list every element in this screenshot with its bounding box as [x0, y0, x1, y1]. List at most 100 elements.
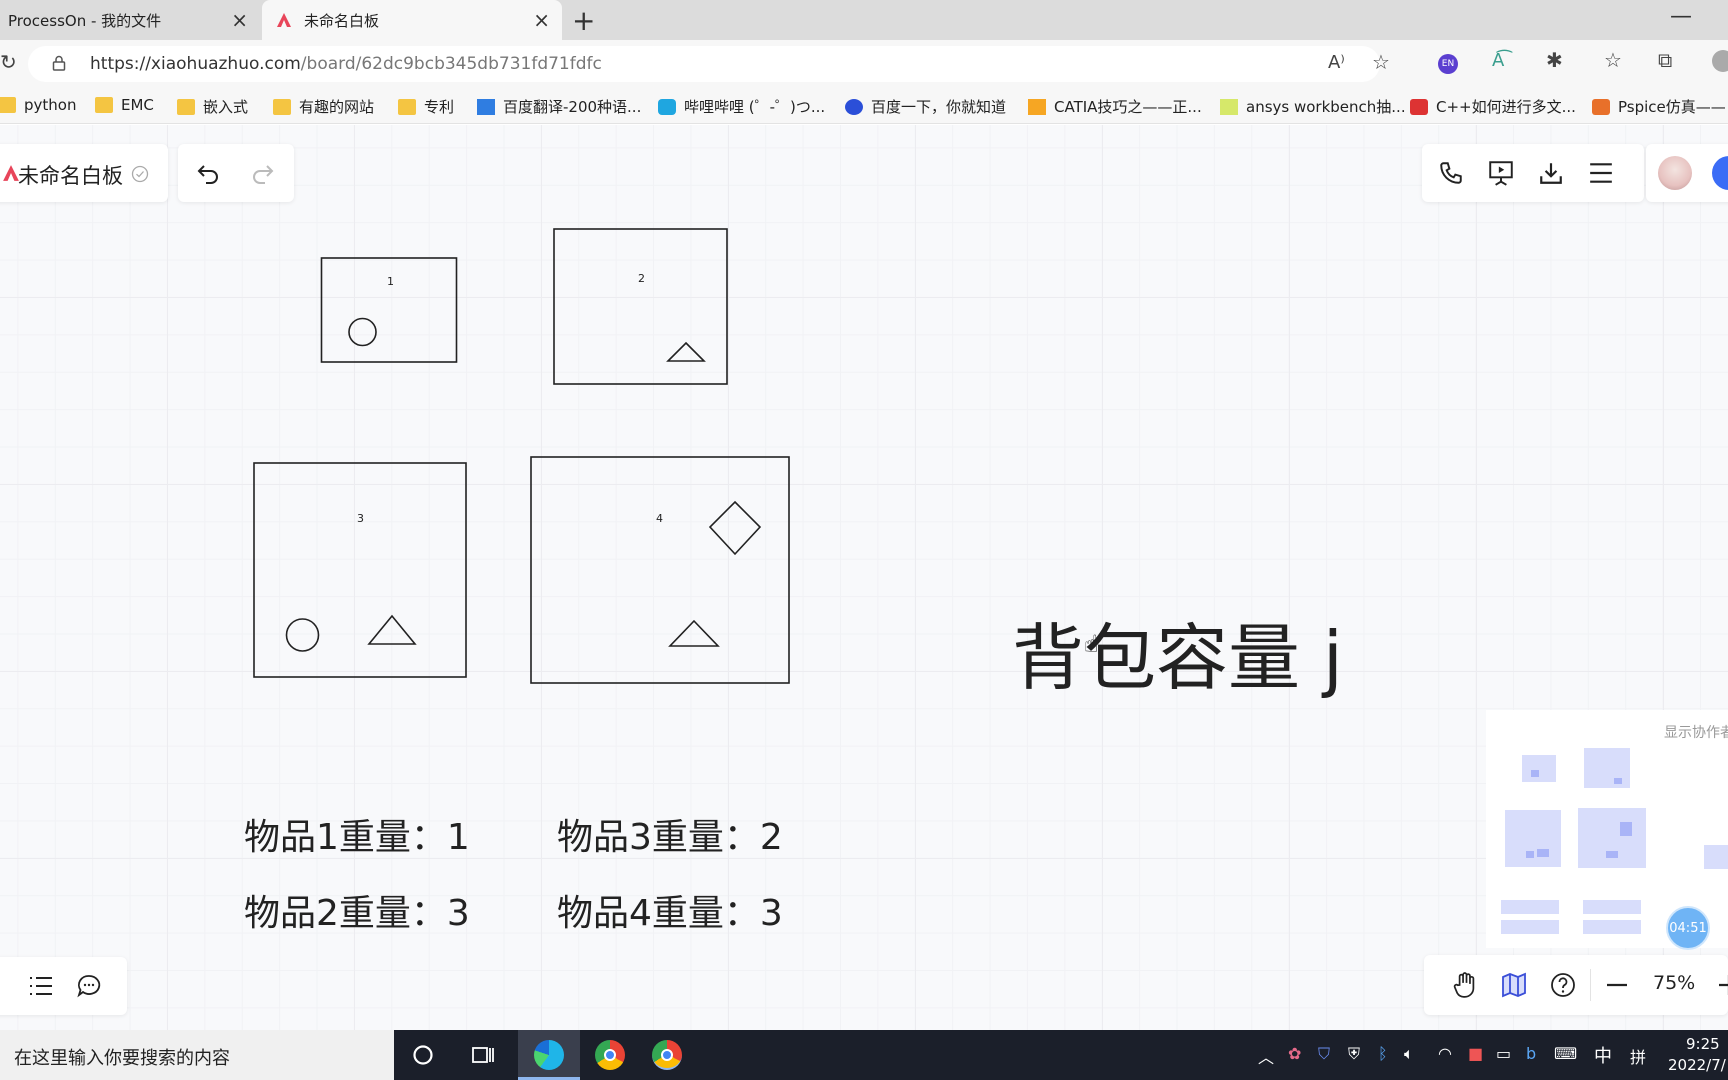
bookmark-embedded[interactable]: 嵌入式 [177, 96, 248, 117]
chrome-icon[interactable] [595, 1040, 625, 1070]
help-icon[interactable] [1550, 972, 1576, 998]
close-icon[interactable]: × [533, 8, 550, 32]
tab-whiteboard[interactable]: 未命名白板 × [262, 0, 562, 40]
translate-icon [477, 98, 495, 115]
bookmark-bilibili[interactable]: 哔哩哔哩 (゜-゜)つ... [658, 96, 825, 117]
tab-bar: ProcessOn - 我的文件 × 未命名白板 × + — [0, 0, 1728, 40]
url-field[interactable]: https://xiaohuazhuo.com/board/62dc9bcb34… [28, 46, 1390, 82]
c-logo-icon [1410, 98, 1428, 115]
cortana-icon[interactable] [408, 1040, 438, 1070]
profile-badge[interactable]: EN [1438, 54, 1458, 74]
weight-text-4[interactable]: 物品4重量：3 [557, 884, 783, 936]
minimap-box [1584, 748, 1630, 788]
circle-shape[interactable] [285, 618, 320, 652]
item-label-2: 2 [638, 272, 645, 285]
minimap-mark [1606, 851, 1618, 858]
tab-title: 未命名白板 [304, 11, 380, 30]
capacity-text[interactable]: 背包容量 j [1012, 599, 1343, 704]
zoom-panel: 75% [1424, 955, 1728, 1015]
tray-app-icon[interactable]: ✿ [1288, 1044, 1301, 1063]
bookmark-label: EMC [121, 96, 154, 114]
new-tab-icon[interactable]: + [572, 4, 595, 37]
minimap-box [1505, 810, 1561, 867]
item-box-3[interactable] [253, 462, 467, 678]
weight-text-2[interactable]: 物品2重量：3 [244, 884, 470, 936]
clock-date: 2022/7/ [1668, 1056, 1726, 1074]
item-box-4[interactable] [530, 456, 790, 684]
item-box-1[interactable] [320, 257, 458, 363]
bookmark-patent[interactable]: 专利 [398, 96, 454, 117]
diamond-shape[interactable] [708, 500, 762, 556]
search-placeholder: 在这里输入你要搜索的内容 [14, 1048, 230, 1069]
weight-text-1[interactable]: 物品1重量：1 [244, 808, 470, 860]
refresh-icon[interactable]: ↻ [0, 50, 17, 74]
translate-icon[interactable]: A͡ [1492, 50, 1504, 71]
wifi-icon[interactable]: ◠ [1438, 1044, 1452, 1063]
weight-text-3[interactable]: 物品3重量：2 [557, 808, 783, 860]
hand-icon[interactable] [1452, 971, 1478, 999]
list-icon[interactable] [28, 975, 54, 997]
bookmark-python[interactable]: python [0, 96, 76, 114]
task-view-icon[interactable] [468, 1040, 498, 1070]
volume-icon[interactable]: 🔈︎ [1404, 1044, 1414, 1064]
clock[interactable]: 9:25 2022/7/ [1668, 1034, 1726, 1076]
url-text: https://xiaohuazhuo.com/board/62dc9bcb34… [90, 54, 602, 74]
tab-processon[interactable]: ProcessOn - 我的文件 × [0, 0, 260, 40]
map-icon[interactable] [1501, 972, 1527, 998]
tray-expand-icon[interactable]: ︿ [1258, 1044, 1274, 1068]
chrome-profile-icon[interactable] [652, 1040, 682, 1070]
favorites-icon[interactable]: ☆ [1604, 48, 1622, 72]
bookmark-label: 嵌入式 [203, 98, 249, 116]
triangle-shape[interactable] [668, 619, 720, 647]
bookmark-fun-sites[interactable]: 有趣的网站 [273, 96, 374, 117]
battery-icon[interactable]: ▭ [1496, 1044, 1511, 1063]
timer-badge[interactable]: 04:51 [1666, 906, 1710, 950]
minimap-box [1583, 900, 1641, 914]
extensions-icon[interactable]: ✱ [1546, 48, 1563, 72]
zoom-out-icon[interactable] [1606, 975, 1628, 995]
zoom-in-icon[interactable] [1718, 975, 1728, 995]
bookmark-label: 百度翻译-200种语... [503, 98, 642, 116]
lock-icon [52, 55, 66, 71]
bookmark-ansys[interactable]: ansys workbench抽... [1220, 96, 1406, 117]
recorder-icon[interactable]: ■ [1468, 1044, 1483, 1063]
pspice-icon [1592, 98, 1610, 115]
read-aloud-icon[interactable]: A⁾ [1328, 52, 1345, 73]
folder-icon [177, 98, 195, 115]
close-icon[interactable]: × [231, 8, 248, 32]
bookmark-cpp[interactable]: C++如何进行多文... [1410, 96, 1576, 117]
tray-shield-icon[interactable]: ⛉ [1318, 1044, 1330, 1064]
minimap-box [1501, 900, 1559, 914]
ime-mode[interactable]: 中 [1594, 1042, 1612, 1068]
chrome-center [661, 1049, 673, 1061]
bookmark-catia[interactable]: CATIA技巧之——正... [1028, 96, 1202, 117]
bookmark-label: C++如何进行多文... [1436, 98, 1576, 116]
bookmark-label: 百度一下，你就知道 [871, 98, 1007, 116]
folder-icon [398, 98, 416, 115]
bookmark-baidu-translate[interactable]: 百度翻译-200种语... [477, 96, 641, 117]
minimap-box [1501, 920, 1559, 934]
collections-icon[interactable]: ⧉ [1658, 48, 1672, 72]
taskbar-edge-active[interactable] [518, 1030, 580, 1080]
circle-shape[interactable] [348, 317, 377, 347]
keyboard-icon[interactable]: ⌨ [1554, 1044, 1577, 1063]
bing-icon[interactable]: b [1526, 1044, 1536, 1063]
ime-pinyin[interactable]: 拼 [1630, 1044, 1646, 1068]
user-avatar-icon[interactable] [1712, 50, 1728, 72]
whiteboard-canvas[interactable]: 未命名白板 1 2 3 4 物品1重量：1 物品3重量：2 物品2重量：3 物品… [0, 125, 1728, 1030]
comment-icon[interactable] [76, 973, 102, 999]
zoom-level[interactable]: 75% [1653, 972, 1695, 994]
bookmark-pspice[interactable]: Pspice仿真—— [1592, 96, 1726, 117]
security-icon[interactable]: ⛨ [1348, 1044, 1360, 1064]
taskbar-search[interactable]: 在这里输入你要搜索的内容 [0, 1030, 394, 1080]
bookmark-baidu[interactable]: 百度一下，你就知道 [845, 96, 1006, 117]
ansys-icon [1220, 98, 1238, 115]
show-collaborators-label[interactable]: 显示协作者 [1664, 722, 1728, 742]
bluetooth-icon[interactable]: ᛒ [1378, 1044, 1388, 1063]
bookmark-emc[interactable]: EMC [95, 96, 154, 114]
minimize-icon[interactable]: — [1670, 4, 1692, 29]
triangle-shape[interactable] [367, 614, 417, 645]
bilibili-icon [658, 98, 676, 115]
triangle-shape[interactable] [666, 341, 706, 362]
favorite-add-icon[interactable]: ☆ [1372, 50, 1390, 74]
